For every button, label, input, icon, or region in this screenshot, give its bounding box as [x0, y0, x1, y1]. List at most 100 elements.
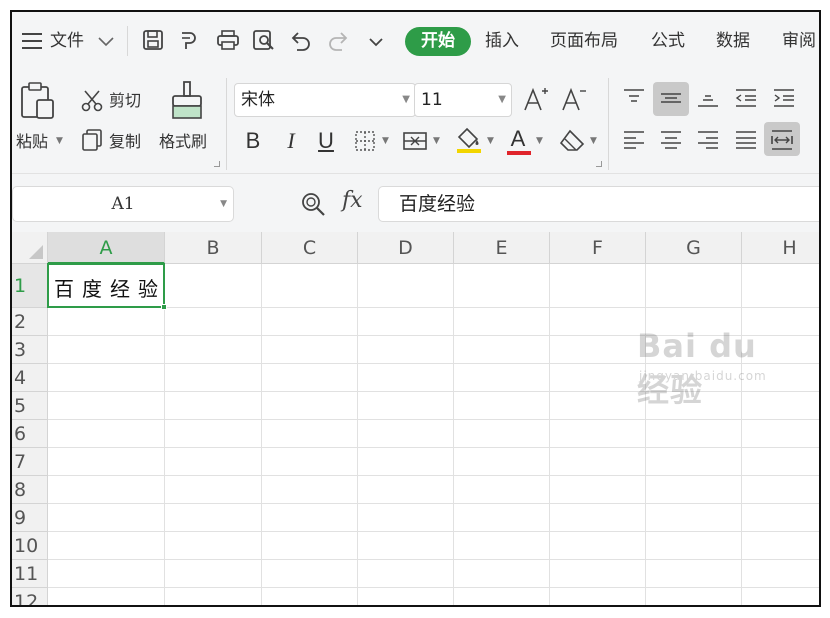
row-header-12[interactable]: 12	[12, 588, 48, 605]
cell-e4[interactable]	[454, 364, 550, 392]
justify-icon[interactable]	[734, 130, 758, 150]
cell-a12[interactable]	[48, 588, 165, 605]
cell-d12[interactable]	[358, 588, 454, 605]
font-color-dropdown-icon[interactable]: ▼	[536, 136, 543, 146]
name-box[interactable]: A1 ▼	[12, 186, 234, 222]
cell-g11[interactable]	[646, 560, 742, 588]
fill-handle[interactable]	[161, 304, 167, 310]
cell-b8[interactable]	[165, 476, 262, 504]
cell-d4[interactable]	[358, 364, 454, 392]
cell-d8[interactable]	[358, 476, 454, 504]
row-header-5[interactable]: 5	[12, 392, 48, 420]
cell-f11[interactable]	[550, 560, 646, 588]
distributed-align-icon[interactable]	[770, 129, 794, 151]
underline-button[interactable]: U	[315, 129, 337, 153]
undo-icon[interactable]	[290, 31, 312, 51]
cell-d3[interactable]	[358, 336, 454, 364]
fill-color-dropdown-icon[interactable]: ▼	[487, 136, 494, 146]
tab-home[interactable]: 开始	[405, 27, 471, 56]
cell-e8[interactable]	[454, 476, 550, 504]
increase-indent-icon[interactable]	[772, 88, 796, 108]
file-menu[interactable]: 文件	[50, 28, 84, 54]
share-icon[interactable]	[178, 29, 202, 53]
font-dialog-launcher[interactable]	[596, 161, 602, 167]
cell-f3[interactable]	[550, 336, 646, 364]
cell-c7[interactable]	[262, 448, 358, 476]
cell-d10[interactable]	[358, 532, 454, 560]
merge-cells-icon[interactable]	[402, 130, 428, 152]
align-left-icon[interactable]	[622, 130, 646, 150]
cell-g1[interactable]	[646, 264, 742, 308]
cell-b10[interactable]	[165, 532, 262, 560]
hamburger-menu-icon[interactable]	[22, 32, 42, 50]
format-painter-icon[interactable]	[170, 80, 204, 120]
format-painter-button[interactable]: 格式刷	[159, 132, 207, 152]
chevron-down-icon[interactable]	[98, 37, 114, 47]
cell-f9[interactable]	[550, 504, 646, 532]
font-name-select[interactable]: 宋体 ▼	[234, 83, 416, 117]
formula-input[interactable]: 百度经验	[378, 186, 819, 222]
cell-e10[interactable]	[454, 532, 550, 560]
cell-b6[interactable]	[165, 420, 262, 448]
cell-e3[interactable]	[454, 336, 550, 364]
cell-b4[interactable]	[165, 364, 262, 392]
row-header-4[interactable]: 4	[12, 364, 48, 392]
cell-f1[interactable]	[550, 264, 646, 308]
cell-c5[interactable]	[262, 392, 358, 420]
cell-d5[interactable]	[358, 392, 454, 420]
column-header-e[interactable]: E	[454, 232, 550, 264]
cell-b7[interactable]	[165, 448, 262, 476]
cell-d1[interactable]	[358, 264, 454, 308]
cell-c11[interactable]	[262, 560, 358, 588]
cell-h4[interactable]	[742, 364, 819, 392]
cell-a8[interactable]	[48, 476, 165, 504]
row-header-2[interactable]: 2	[12, 308, 48, 336]
italic-button[interactable]: I	[280, 129, 302, 153]
cell-b3[interactable]	[165, 336, 262, 364]
scissors-icon[interactable]	[80, 89, 104, 113]
cell-a4[interactable]	[48, 364, 165, 392]
cell-c3[interactable]	[262, 336, 358, 364]
tab-page-layout[interactable]: 页面布局	[550, 28, 618, 54]
row-header-6[interactable]: 6	[12, 420, 48, 448]
cell-f10[interactable]	[550, 532, 646, 560]
cell-c2[interactable]	[262, 308, 358, 336]
cell-g6[interactable]	[646, 420, 742, 448]
cell-e2[interactable]	[454, 308, 550, 336]
row-header-3[interactable]: 3	[12, 336, 48, 364]
increase-font-size-icon[interactable]	[523, 86, 549, 112]
cell-f12[interactable]	[550, 588, 646, 605]
column-header-h[interactable]: H	[742, 232, 819, 264]
fill-color-icon[interactable]	[455, 126, 483, 154]
tab-formulas[interactable]: 公式	[651, 28, 685, 54]
merge-dropdown-icon[interactable]: ▼	[433, 136, 440, 146]
cell-c6[interactable]	[262, 420, 358, 448]
cut-button[interactable]: 剪切	[109, 91, 141, 111]
cell-e12[interactable]	[454, 588, 550, 605]
more-dropdown-icon[interactable]	[369, 38, 383, 47]
cell-h11[interactable]	[742, 560, 819, 588]
clipboard-dialog-launcher[interactable]	[214, 161, 220, 167]
cell-e9[interactable]	[454, 504, 550, 532]
align-right-icon[interactable]	[696, 130, 720, 150]
insert-function-button[interactable]: fx	[342, 188, 363, 213]
cell-f5[interactable]	[550, 392, 646, 420]
cell-a10[interactable]	[48, 532, 165, 560]
cell-b9[interactable]	[165, 504, 262, 532]
cell-f6[interactable]	[550, 420, 646, 448]
cell-b12[interactable]	[165, 588, 262, 605]
cell-b11[interactable]	[165, 560, 262, 588]
cell-h1[interactable]	[742, 264, 819, 308]
cell-g3[interactable]	[646, 336, 742, 364]
font-color-button[interactable]: A	[507, 127, 529, 151]
save-icon[interactable]	[142, 29, 164, 51]
cell-c1[interactable]	[262, 264, 358, 308]
cell-c9[interactable]	[262, 504, 358, 532]
paste-dropdown-icon[interactable]: ▼	[56, 136, 63, 146]
borders-dropdown-icon[interactable]: ▼	[382, 136, 389, 146]
cell-g4[interactable]	[646, 364, 742, 392]
cell-a2[interactable]	[48, 308, 165, 336]
borders-icon[interactable]	[354, 130, 376, 152]
row-header-9[interactable]: 9	[12, 504, 48, 532]
cell-a7[interactable]	[48, 448, 165, 476]
